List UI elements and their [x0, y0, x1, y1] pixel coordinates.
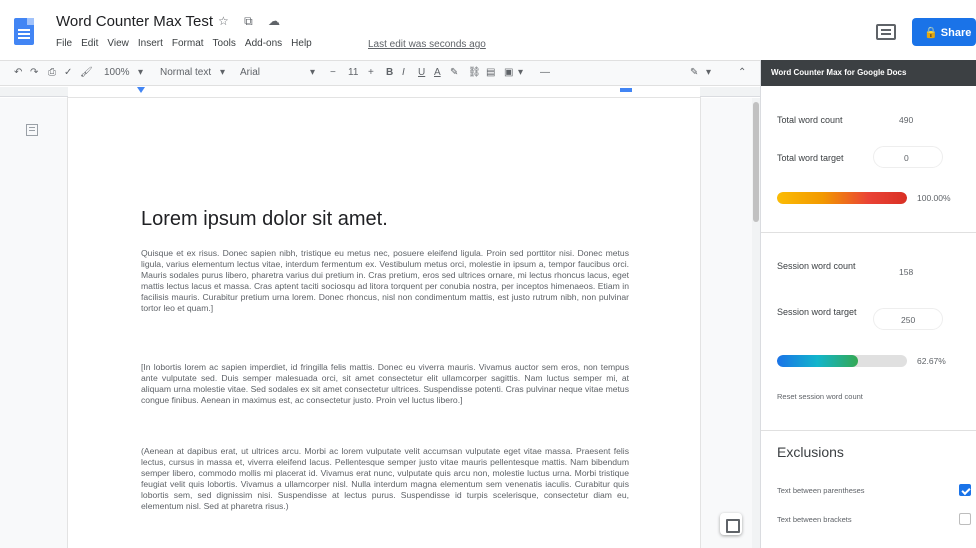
- formatting-toolbar: ↶ ↷ ⎙ ✓ 🖌 100% ▾ Normal text ▾ Arial ▾ −…: [0, 60, 760, 86]
- right-margin-marker-icon[interactable]: [620, 88, 632, 92]
- document-heading[interactable]: Lorem ipsum dolor sit amet.: [141, 208, 388, 231]
- italic-button[interactable]: I: [402, 67, 405, 78]
- underline-button[interactable]: U: [418, 67, 425, 78]
- sidebar-divider: [761, 430, 976, 431]
- total-word-count-label: Total word count: [777, 115, 843, 125]
- reset-session-link[interactable]: Reset session word count: [777, 392, 863, 401]
- session-word-target-value: 250: [901, 315, 916, 325]
- increase-font-icon[interactable]: +: [368, 67, 374, 78]
- paint-format-icon[interactable]: 🖌: [80, 67, 93, 78]
- highlight-icon[interactable]: ✎: [450, 67, 458, 78]
- comment-add-icon[interactable]: ▤: [486, 67, 495, 78]
- menu-help[interactable]: Help: [291, 38, 312, 49]
- document-outline-icon[interactable]: [26, 124, 38, 136]
- style-select[interactable]: Normal text: [160, 67, 211, 78]
- last-edit-link[interactable]: Last edit was seconds ago: [368, 39, 486, 50]
- text-color-button[interactable]: A: [434, 67, 441, 78]
- menu-tools[interactable]: Tools: [213, 38, 236, 49]
- menu-format[interactable]: Format: [172, 38, 204, 49]
- session-word-target-label: Session word target: [777, 307, 857, 317]
- exclusion-parentheses-checkbox[interactable]: [959, 484, 971, 496]
- exclusion-brackets-checkbox[interactable]: [959, 513, 971, 525]
- font-size-input[interactable]: 11: [348, 67, 358, 78]
- exclusion-brackets-label: Text between brackets: [777, 515, 852, 524]
- font-select[interactable]: Arial: [240, 67, 260, 78]
- session-progress-fill: [777, 355, 859, 367]
- title-bar: Word Counter Max Test ☆ ⧉ ☁ File Edit Vi…: [0, 0, 976, 60]
- print-icon[interactable]: ⎙: [48, 67, 56, 78]
- ruler-active-area: [68, 87, 700, 97]
- share-label: Share: [940, 27, 972, 39]
- comments-icon[interactable]: [876, 24, 896, 40]
- more-icon[interactable]: —: [540, 67, 550, 78]
- sidebar-header: Word Counter Max for Google Docs: [761, 60, 976, 86]
- menu-edit[interactable]: Edit: [81, 38, 98, 49]
- ruler[interactable]: [0, 87, 760, 97]
- word-counter-sidebar: Word Counter Max for Google Docs Total w…: [760, 60, 976, 548]
- style-dropdown-icon[interactable]: ▾: [220, 67, 225, 78]
- document-paragraph-2[interactable]: [In lobortis lorem ac sapien imperdiet, …: [141, 362, 629, 406]
- scrollbar-thumb[interactable]: [753, 102, 759, 222]
- menu-add-ons[interactable]: Add-ons: [245, 38, 282, 49]
- session-progress-percent: 62.67%: [917, 356, 946, 366]
- menu-file[interactable]: File: [56, 38, 72, 49]
- zoom-select[interactable]: 100%: [104, 67, 130, 78]
- font-dropdown-icon[interactable]: ▾: [310, 67, 315, 78]
- star-move-cloud-icons[interactable]: ☆ ⧉ ☁: [218, 14, 286, 29]
- session-word-count-value: 158: [899, 267, 914, 277]
- spellcheck-icon[interactable]: ✓: [64, 67, 72, 78]
- menu-bar: File Edit View Insert Format Tools Add-o…: [56, 38, 312, 49]
- total-progress-bar: [777, 192, 907, 204]
- total-progress-percent: 100.00%: [917, 193, 951, 203]
- document-scrollbar[interactable]: [752, 98, 760, 548]
- exclusions-heading: Exclusions: [777, 444, 844, 460]
- total-word-count-value: 490: [899, 115, 914, 125]
- menu-view[interactable]: View: [107, 38, 129, 49]
- document-paragraph-1[interactable]: Quisque et ex risus. Donec sapien nibh, …: [141, 248, 629, 315]
- total-word-target-value: 0: [904, 153, 909, 163]
- sidebar-divider: [761, 232, 976, 233]
- session-progress-bar: [777, 355, 907, 367]
- document-paragraph-3[interactable]: (Aenean at dapibus erat, ut ultrices arc…: [141, 446, 629, 513]
- total-word-target-label: Total word target: [777, 153, 844, 163]
- bold-button[interactable]: B: [386, 67, 393, 78]
- total-progress-fill: [777, 192, 907, 204]
- exclusion-parentheses-label: Text between parentheses: [777, 486, 865, 495]
- undo-icon[interactable]: ↶: [14, 67, 22, 78]
- session-word-count-label: Session word count: [777, 261, 856, 271]
- decrease-font-icon[interactable]: −: [330, 67, 336, 78]
- link-icon[interactable]: ⛓: [468, 67, 481, 78]
- collapse-menu-icon[interactable]: ⌃: [738, 67, 746, 78]
- image-dropdown-icon[interactable]: ▾: [518, 67, 523, 78]
- menu-insert[interactable]: Insert: [138, 38, 163, 49]
- zoom-dropdown-icon[interactable]: ▾: [138, 67, 143, 78]
- redo-icon[interactable]: ↷: [30, 67, 38, 78]
- share-button[interactable]: 🔒 Share: [912, 18, 976, 46]
- editing-mode-dropdown-icon[interactable]: ▾: [706, 67, 711, 78]
- document-title[interactable]: Word Counter Max Test: [56, 13, 213, 30]
- editing-mode-icon[interactable]: ✎: [690, 67, 698, 78]
- indent-marker-icon[interactable]: [137, 87, 145, 93]
- docs-logo-icon[interactable]: [14, 18, 34, 45]
- image-icon[interactable]: ▣: [504, 67, 513, 78]
- explore-button-icon[interactable]: [720, 513, 742, 535]
